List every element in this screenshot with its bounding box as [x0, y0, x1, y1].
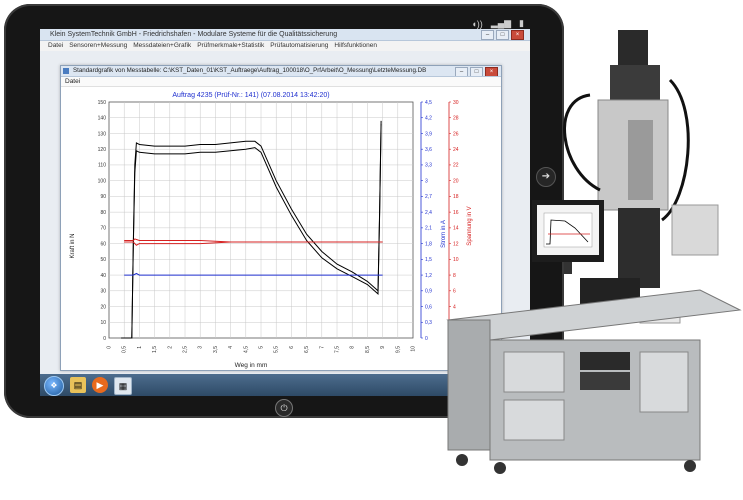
x-tick-label: 2,5 [183, 346, 189, 353]
y-tick-label-current: 3,6 [425, 147, 432, 153]
graph-window-titlebar: Standardgrafik von Messtabelle: C:\KST_D… [61, 66, 501, 77]
y-tick-label-current: 0,6 [425, 304, 432, 310]
mini-monitor-stand [564, 262, 572, 274]
control-box [671, 204, 719, 256]
y-tick-label-current: 1,2 [425, 273, 432, 279]
chart-area: Auftrag 4235 (Prüf-Nr.: 141) (07.08.2014… [61, 86, 501, 370]
menu-datei[interactable]: Datei [48, 41, 63, 51]
y-tick-label-current: 0 [425, 336, 428, 342]
x-tick-label: 1,5 [152, 346, 158, 353]
y-tick-label-left: 10 [100, 320, 106, 326]
explorer-taskbar-icon[interactable]: ▤ [70, 377, 86, 393]
y-tick-label-current: 1,8 [425, 241, 432, 247]
y-tick-label-current: 2,7 [425, 194, 432, 200]
y-tick-label-current: 4,5 [425, 100, 432, 106]
y-tick-label-left: 90 [100, 194, 106, 200]
graph-menu-datei[interactable]: Datei [65, 78, 80, 85]
main-window-title: Klein SystemTechnik GmbH - Friedrichshaf… [50, 31, 338, 38]
cabinet-door [639, 351, 689, 413]
cabinet-door [503, 399, 565, 441]
chart-title: Auftrag 4235 (Prüf-Nr.: 141) (07.08.2014… [172, 92, 329, 99]
x-tick-label: 3 [198, 346, 204, 349]
y-tick-label-current: 0,3 [425, 320, 432, 326]
y-tick-label-left: 150 [98, 100, 107, 106]
x-tick-label: 8,5 [365, 346, 371, 353]
menu-sensoren-messung[interactable]: Sensoren+Messung [69, 41, 127, 51]
x-tick-label: 2 [167, 346, 173, 349]
y-tick-label-current: 2,4 [425, 210, 432, 216]
actuator-top [618, 30, 648, 70]
controller-unit [580, 352, 630, 370]
y-tick-label-current: 2,1 [425, 226, 432, 232]
x-tick-label: 9,5 [395, 346, 401, 353]
y-tick-label-left: 110 [98, 163, 106, 169]
x-tick-label: 6 [289, 346, 295, 349]
x-tick-label: 0 [107, 346, 113, 349]
mini-chart-frame [543, 212, 593, 248]
x-tick-label: 9 [380, 346, 386, 349]
machine-slide [628, 120, 653, 200]
caster-wheel-icon [494, 462, 506, 474]
machine-column [618, 208, 660, 288]
y-tick-label-left: 130 [98, 131, 107, 137]
y-tick-label-current: 3,9 [425, 131, 432, 137]
x-tick-label: 5 [259, 346, 265, 349]
y-tick-label-current: 1,5 [425, 257, 432, 263]
x-tick-label: 6,5 [304, 346, 310, 353]
y-tick-label-left: 120 [98, 147, 107, 153]
x-tick-label: 4 [228, 346, 234, 349]
x-tick-label: 3,5 [213, 346, 219, 353]
x-tick-label: 4,5 [243, 346, 249, 353]
y-tick-label-left: 0 [103, 336, 106, 342]
y-tick-label-left: 140 [98, 116, 107, 122]
table-side [447, 319, 491, 451]
x-tick-label: 7 [319, 346, 325, 349]
graph-window: Standardgrafik von Messtabelle: C:\KST_D… [60, 65, 502, 371]
x-tick-label: 8 [350, 346, 356, 349]
menu-hilfsfunktionen[interactable]: Hilfsfunktionen [334, 41, 377, 51]
x-tick-label: 5,5 [274, 346, 280, 353]
caster-wheel-icon [456, 454, 468, 466]
tablet-power-button[interactable]: ⏻ [275, 399, 293, 417]
x-tick-label: 0,5 [122, 346, 128, 353]
controller-unit [580, 372, 630, 390]
cable-icon [563, 93, 601, 192]
y-tick-label-current: 3,3 [425, 163, 432, 169]
y-tick-label-left: 50 [100, 257, 106, 263]
x-axis-label: Weg in mm [235, 362, 268, 369]
menu-pruefautomatisierung[interactable]: Prüfautomatisierung [270, 41, 328, 51]
caster-wheel-icon [684, 460, 696, 472]
start-button[interactable]: ❖ [44, 376, 64, 396]
x-tick-label: 10 [411, 346, 417, 352]
menu-pruefmerkmale-statistik[interactable]: Prüfmerkmale+Statistik [197, 41, 264, 51]
y-axis-label-left: Kraft in N [70, 233, 76, 258]
y-tick-label-left: 60 [100, 241, 106, 247]
x-tick-label: 7,5 [335, 346, 341, 353]
y-tick-label-current: 4,2 [425, 116, 432, 122]
y-tick-label-left: 30 [100, 289, 106, 295]
y-tick-label-left: 70 [100, 226, 106, 232]
y-tick-label-left: 100 [98, 178, 107, 184]
y-tick-label-left: 20 [100, 304, 106, 310]
drawer-panel [503, 351, 565, 393]
test-machine-illustration [446, 30, 742, 474]
plot-layer: 0 0,5 1 1,5 2 2,5 3 3,5 4 4,5 5 5,5 6 6,5 7 7,5 8 8,5 9 9,5… [98, 100, 459, 353]
app-icon [63, 68, 69, 74]
force-displacement-chart: Auftrag 4235 (Prüf-Nr.: 141) (07.08.2014… [70, 92, 473, 369]
kst-app-taskbar-icon[interactable]: ▦ [114, 377, 132, 395]
media-player-taskbar-icon[interactable]: ▶ [92, 377, 108, 393]
menu-messdateien-grafik[interactable]: Messdateien+Grafik [133, 41, 191, 51]
y-tick-label-left: 40 [100, 273, 106, 279]
y-tick-label-current: 3 [425, 178, 428, 184]
x-tick-label: 1 [137, 346, 143, 349]
graph-window-title: Standardgrafik von Messtabelle: C:\KST_D… [73, 67, 427, 74]
y-tick-label-left: 80 [100, 210, 106, 216]
y-tick-label-current: 0,9 [425, 289, 432, 295]
